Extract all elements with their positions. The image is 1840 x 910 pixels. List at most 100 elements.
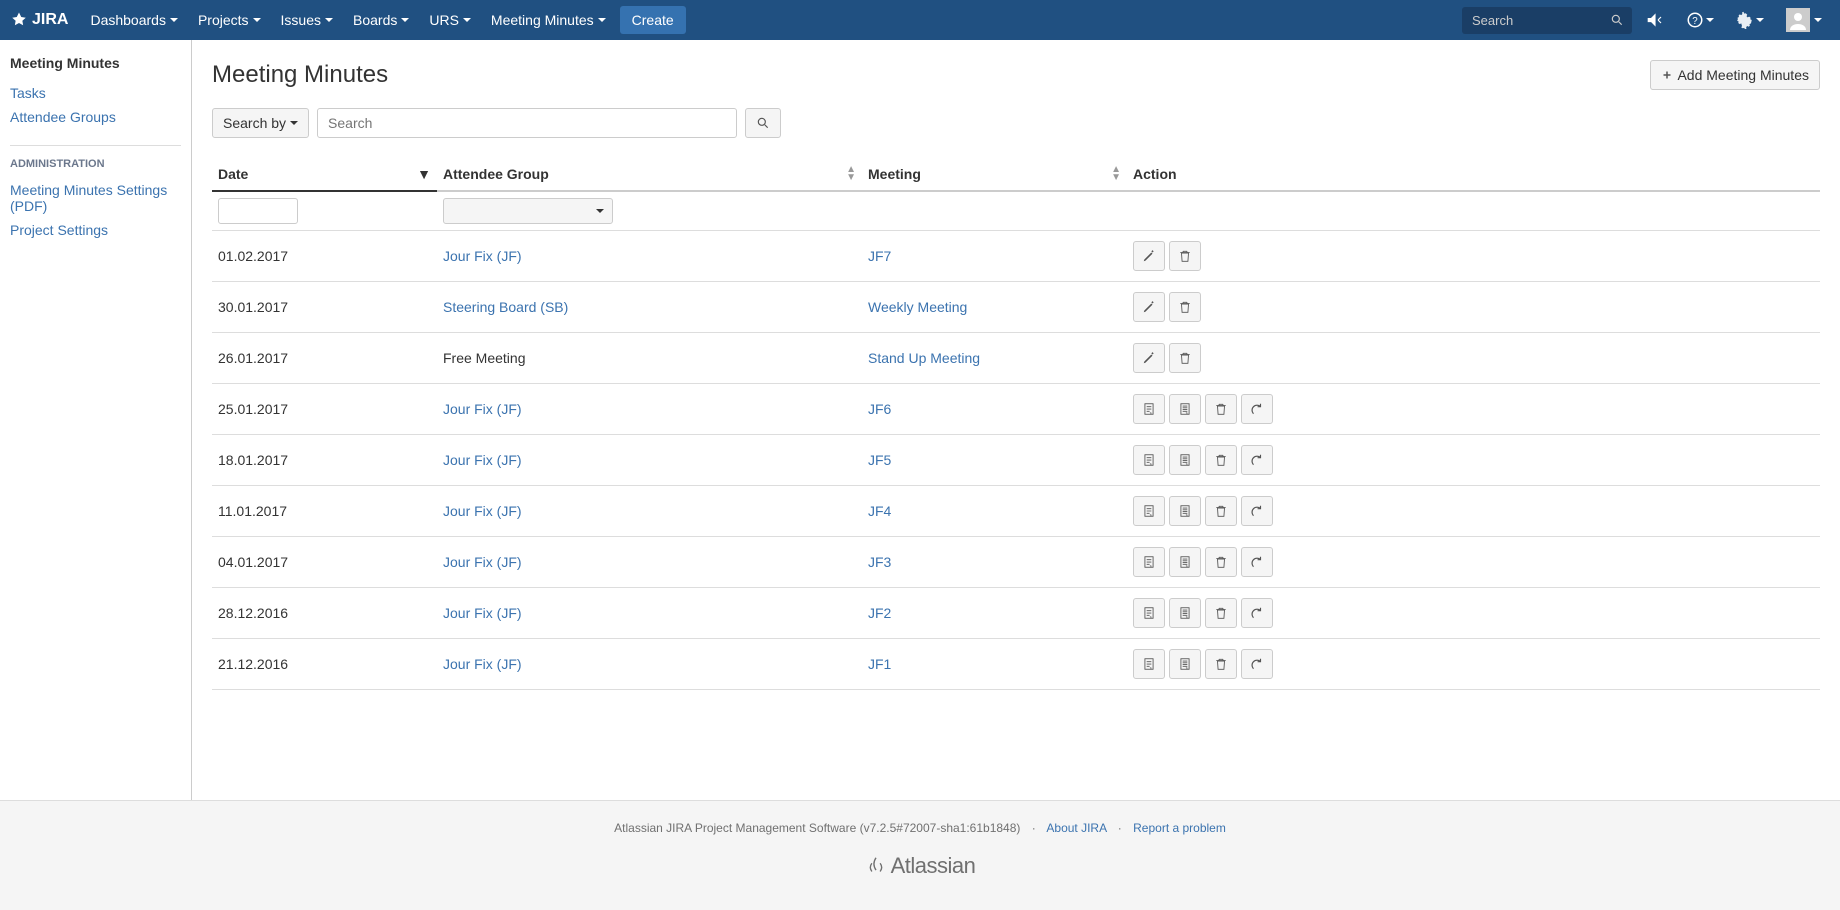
table-search-input[interactable] [317,108,737,138]
chevron-down-icon [290,121,298,125]
export-pdf-button[interactable] [1133,445,1165,475]
attendee-group-link[interactable]: Jour Fix (JF) [443,656,522,672]
delete-button[interactable] [1205,598,1237,628]
attendee-group-link[interactable]: Jour Fix (JF) [443,554,522,570]
add-meeting-minutes-button[interactable]: Add Meeting Minutes [1650,60,1820,90]
avatar-icon [1786,8,1810,32]
table-row: 28.12.2016Jour Fix (JF)JF2 [212,588,1820,639]
meeting-link[interactable]: JF3 [868,554,891,570]
redo-button[interactable] [1241,598,1273,628]
redo-button[interactable] [1241,547,1273,577]
nav-issues[interactable]: Issues [271,0,343,40]
cell-actions [1127,231,1820,282]
cell-attendee-group: Steering Board (SB) [437,282,862,333]
export-doc-button[interactable] [1169,394,1201,424]
export-pdf-button[interactable] [1133,496,1165,526]
attendee-group-link[interactable]: Jour Fix (JF) [443,503,522,519]
cell-actions [1127,435,1820,486]
search-button[interactable] [745,108,781,138]
export-doc-button[interactable] [1169,547,1201,577]
cell-date: 26.01.2017 [212,333,437,384]
search-by-dropdown[interactable]: Search by [212,108,309,138]
export-doc-button[interactable] [1169,496,1201,526]
redo-button[interactable] [1241,445,1273,475]
meeting-link[interactable]: JF1 [868,656,891,672]
footer-report-link[interactable]: Report a problem [1133,821,1226,835]
nav-urs[interactable]: URS [419,0,481,40]
cell-date: 30.01.2017 [212,282,437,333]
delete-button[interactable] [1205,394,1237,424]
attendee-group-link[interactable]: Jour Fix (JF) [443,248,522,264]
export-pdf-button[interactable] [1133,394,1165,424]
meeting-link[interactable]: JF2 [868,605,891,621]
sidebar-item-mm-settings[interactable]: Meeting Minutes Settings (PDF) [10,178,181,218]
cell-actions [1127,384,1820,435]
export-pdf-button[interactable] [1133,598,1165,628]
meeting-link[interactable]: JF7 [868,248,891,264]
cell-attendee-group: Free Meeting [437,333,862,384]
redo-button[interactable] [1241,649,1273,679]
edit-button[interactable] [1133,292,1165,322]
page-title: Meeting Minutes [212,61,388,89]
export-pdf-button[interactable] [1133,547,1165,577]
cell-meeting: JF6 [862,384,1127,435]
sidebar-item-project-settings[interactable]: Project Settings [10,218,181,242]
cell-meeting: JF1 [862,639,1127,690]
chevron-down-icon [596,209,604,213]
col-date[interactable]: Date▼ [212,158,437,191]
global-search-input[interactable] [1462,7,1632,34]
meeting-link[interactable]: JF5 [868,452,891,468]
sort-icon: ▲▼ [846,166,856,182]
attendee-group-link[interactable]: Steering Board (SB) [443,299,568,315]
nav-dashboards[interactable]: Dashboards [80,0,188,40]
meeting-link[interactable]: Stand Up Meeting [868,350,980,366]
table-row: 25.01.2017Jour Fix (JF)JF6 [212,384,1820,435]
export-doc-button[interactable] [1169,598,1201,628]
export-doc-button[interactable] [1169,649,1201,679]
global-search-wrap [1462,7,1632,34]
atlassian-logo[interactable]: Atlassian [865,853,976,879]
nav-meeting-minutes[interactable]: Meeting Minutes [481,0,616,40]
delete-button[interactable] [1169,343,1201,373]
footer-about-link[interactable]: About JIRA [1046,821,1106,835]
table-row: 21.12.2016Jour Fix (JF)JF1 [212,639,1820,690]
jira-logo[interactable]: JIRA [10,11,68,29]
delete-button[interactable] [1205,445,1237,475]
nav-projects[interactable]: Projects [188,0,271,40]
sidebar-item-tasks[interactable]: Tasks [10,81,181,105]
edit-button[interactable] [1133,241,1165,271]
delete-button[interactable] [1205,649,1237,679]
help-icon[interactable]: ? [1678,11,1722,29]
attendee-group-link[interactable]: Jour Fix (JF) [443,452,522,468]
main-content: Meeting Minutes Add Meeting Minutes Sear… [192,40,1840,800]
settings-icon[interactable] [1728,11,1772,29]
col-attendee-group[interactable]: Attendee Group▲▼ [437,158,862,191]
create-button[interactable]: Create [620,6,686,34]
meeting-link[interactable]: Weekly Meeting [868,299,967,315]
attendee-group-filter-dropdown[interactable] [443,198,613,224]
nav-items: Dashboards Projects Issues Boards URS Me… [80,0,1462,40]
feedback-icon[interactable] [1638,11,1672,29]
delete-button[interactable] [1169,241,1201,271]
redo-button[interactable] [1241,394,1273,424]
export-doc-button[interactable] [1169,445,1201,475]
table-row: 26.01.2017Free Meeting Stand Up Meeting [212,333,1820,384]
meeting-link[interactable]: JF6 [868,401,891,417]
sidebar-item-attendee-groups[interactable]: Attendee Groups [10,105,181,129]
delete-button[interactable] [1169,292,1201,322]
redo-button[interactable] [1241,496,1273,526]
export-pdf-button[interactable] [1133,649,1165,679]
attendee-group-link[interactable]: Jour Fix (JF) [443,605,522,621]
meeting-link[interactable]: JF4 [868,503,891,519]
delete-button[interactable] [1205,547,1237,577]
date-filter-input[interactable] [218,198,298,224]
cell-meeting: Stand Up Meeting [862,333,1127,384]
col-meeting[interactable]: Meeting▲▼ [862,158,1127,191]
attendee-group-link[interactable]: Jour Fix (JF) [443,401,522,417]
delete-button[interactable] [1205,496,1237,526]
cell-meeting: JF5 [862,435,1127,486]
cell-attendee-group: Jour Fix (JF) [437,231,862,282]
user-menu[interactable] [1778,8,1830,32]
nav-boards[interactable]: Boards [343,0,419,40]
edit-button[interactable] [1133,343,1165,373]
